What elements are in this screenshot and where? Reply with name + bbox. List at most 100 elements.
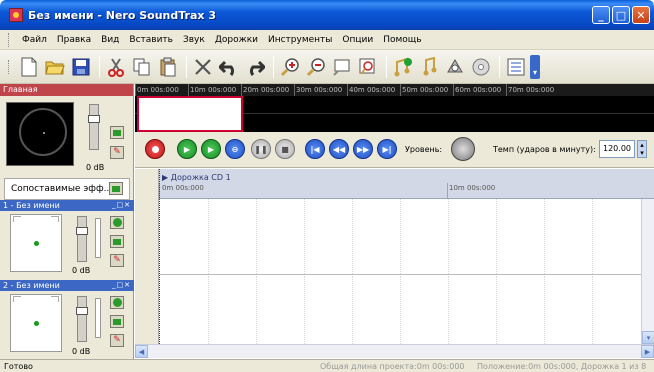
playhead-cursor[interactable] [159,169,160,344]
menu-sound[interactable]: Звук [178,35,210,45]
copy-icon[interactable] [130,55,154,79]
menu-file[interactable]: Файл [17,35,52,45]
track-1-fx-button[interactable] [110,235,124,248]
pause-button[interactable]: ❚❚ [251,139,271,159]
grid-line [256,199,257,274]
add-audio-icon[interactable] [417,55,441,79]
master-dial[interactable] [19,108,67,156]
record-button[interactable] [145,139,165,159]
scroll-right-icon[interactable]: ▶ [641,345,654,358]
menu-tracks[interactable]: Дорожки [210,35,263,45]
project-overview[interactable] [135,96,654,132]
menu-view[interactable]: Вид [96,35,124,45]
track-lane-2[interactable] [160,276,654,344]
new-file-icon[interactable] [17,55,41,79]
redo-icon[interactable] [243,55,267,79]
master-db-label: 0 dB [86,163,105,172]
close-button[interactable]: ✕ [632,6,650,24]
fader-knob[interactable] [76,227,88,235]
cd-icon[interactable] [469,55,493,79]
track-1-level-meter [95,218,101,258]
go-to-start-button[interactable]: |◀ [305,139,325,159]
fader-knob[interactable] [76,307,88,315]
toolbar-overflow-icon[interactable]: ▾ [530,54,540,79]
open-folder-icon[interactable] [43,55,67,79]
track-1-window-controls[interactable]: _□✕ [112,200,131,211]
cut-icon[interactable] [104,55,128,79]
zoom-out-icon[interactable] [304,55,328,79]
menu-grip[interactable] [8,32,11,47]
fast-forward-button[interactable]: ▶▶ [353,139,373,159]
track-lane-1[interactable] [160,199,654,275]
grid-line [448,199,449,274]
maximize-button[interactable]: □ [612,6,630,24]
master-volume-fader[interactable] [88,104,100,150]
menu-edit[interactable]: Правка [52,35,96,45]
track-ruler[interactable]: ▶ Дорожка CD 1 0m 00s:000 10m 00s:000 [159,169,654,199]
effects-button[interactable] [109,182,123,195]
menu-bar: Файл Правка Вид Вставить Звук Дорожки Ин… [0,30,654,50]
mixer-icon[interactable] [504,55,528,79]
track-2-play-button[interactable] [110,296,124,309]
master-fx-button[interactable] [110,126,124,139]
grid-line [352,276,353,344]
menu-options[interactable]: Опции [337,35,378,45]
undo-icon[interactable] [217,55,241,79]
effects-row[interactable]: Сопоставимые эфф... [4,178,130,200]
status-project-length: Общая длина проекта:0m 00s:000 [320,362,465,371]
menu-tools[interactable]: Инструменты [263,35,337,45]
go-to-end-button[interactable]: ▶| [377,139,397,159]
tempo-spinner[interactable]: ▴ ▾ [637,140,647,158]
track-2-pan-box[interactable] [10,294,62,352]
status-bar: Готово Общая длина проекта:0m 00s:000 По… [0,359,654,372]
wrench-icon: ✎ [113,335,121,345]
paste-icon[interactable] [156,55,180,79]
menu-help[interactable]: Помощь [378,35,426,45]
scroll-down-icon[interactable]: ▾ [642,331,654,344]
menu-insert[interactable]: Вставить [124,35,178,45]
scroll-left-icon[interactable]: ◀ [135,345,148,358]
toolbar: ▾ [0,50,654,84]
zoom-in-icon[interactable] [278,55,302,79]
track-2-fx-button[interactable] [110,315,124,328]
track-2-header[interactable]: 2 - Без имени _□✕ [0,280,134,291]
play-selection-button[interactable]: ▶ [201,139,221,159]
app-icon[interactable] [9,8,23,22]
effects-icon[interactable] [443,55,467,79]
master-tool-button[interactable]: ✎ [110,146,124,159]
rewind-button[interactable]: ◀◀ [329,139,349,159]
fader-knob[interactable] [88,115,100,123]
overview-ruler[interactable]: 0m 00s:000 10m 00s:000 20m 00s:000 30m 00s:… [135,84,654,96]
track-2-volume-fader[interactable] [76,296,88,342]
toolbar-grip[interactable] [8,59,11,74]
zoom-fit-icon[interactable] [356,55,380,79]
overview-visible-range[interactable] [137,96,243,132]
track-1-volume-fader[interactable] [76,216,88,262]
vertical-scrollbar[interactable]: ▾ [641,199,654,344]
track-1-tool-button[interactable]: ✎ [110,254,124,267]
grid-line [592,199,593,274]
add-track-icon[interactable] [391,55,415,79]
loop-button[interactable]: ⊖ [225,139,245,159]
wrench-icon: ✎ [113,255,121,265]
play-button[interactable]: ▶ [177,139,197,159]
pan-position-dot[interactable] [34,241,39,246]
minimize-button[interactable]: _ [592,6,610,24]
pan-position-dot[interactable] [34,321,39,326]
track-2-window-controls[interactable]: _□✕ [112,280,131,291]
horizontal-scrollbar[interactable]: ◀ ▶ [135,344,654,358]
green-play-icon [112,218,122,227]
overview-tick: 40m 00s:000 [347,84,400,96]
track-2-tool-button[interactable]: ✎ [110,334,124,347]
track-1-play-button[interactable] [110,216,124,229]
zoom-selection-icon[interactable] [330,55,354,79]
level-knob[interactable] [451,137,475,161]
overview-tick: 50m 00s:000 [400,84,453,96]
delete-icon[interactable] [191,55,215,79]
stop-button[interactable]: ■ [275,139,295,159]
track-1-header[interactable]: 1 - Без имени _□✕ [0,200,134,211]
title-bar[interactable]: Без имени - Nero SoundTrax 3 _ □ ✕ [0,0,654,30]
tempo-input[interactable]: 120.00 [599,140,635,158]
save-icon[interactable] [69,55,93,79]
track-1-pan-box[interactable] [10,214,62,272]
